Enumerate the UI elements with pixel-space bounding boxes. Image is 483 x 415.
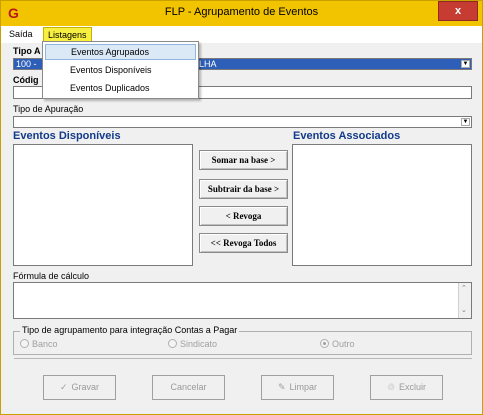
eventos-associados-title: Eventos Associados: [293, 130, 401, 142]
radio-banco[interactable]: Banco: [20, 339, 58, 349]
radio-selected-icon: [320, 339, 329, 348]
cancelar-button[interactable]: Cancelar: [152, 375, 225, 400]
tipo-value-suffix: LHA: [199, 59, 217, 69]
menu-item-eventos-duplicados[interactable]: Eventos Duplicados: [45, 81, 196, 97]
formula-label: Fórmula de cálculo: [13, 271, 90, 281]
radio-outro-label: Outro: [332, 339, 355, 349]
menu-saida[interactable]: Saída: [5, 27, 37, 42]
limpar-label: Limpar: [289, 382, 318, 392]
limpar-button[interactable]: ✎ Limpar: [261, 375, 334, 400]
trash-icon: ♲: [386, 382, 396, 392]
apuracao-label: Tipo de Apuração: [13, 104, 84, 114]
radio-icon: [20, 339, 29, 348]
radio-sindicato[interactable]: Sindicato: [168, 339, 217, 349]
somar-na-base-button[interactable]: Somar na base >: [199, 150, 288, 170]
cancelar-label: Cancelar: [170, 382, 207, 392]
listagens-dropdown: Eventos Agrupados Eventos Disponíveis Ev…: [42, 41, 199, 99]
menu-item-eventos-disponiveis[interactable]: Eventos Disponíveis: [45, 63, 196, 79]
revoga-todos-button[interactable]: << Revoga Todos: [199, 233, 288, 253]
app-window: G FLP - Agrupamento de Eventos x Saída L…: [0, 0, 483, 415]
tipo-label: Tipo A: [13, 46, 41, 56]
radio-icon: [168, 339, 177, 348]
eventos-associados-list[interactable]: [292, 144, 472, 266]
radio-outro[interactable]: Outro: [320, 339, 355, 349]
window-title: FLP - Agrupamento de Eventos: [164, 6, 319, 18]
group-title: Tipo de agrupamento para integração Cont…: [20, 325, 240, 335]
close-button[interactable]: x: [438, 1, 478, 21]
menu-listagens[interactable]: Listagens: [43, 27, 92, 42]
chevron-up-icon[interactable]: ⌃: [461, 284, 467, 292]
radio-sindicato-label: Sindicato: [180, 339, 218, 349]
formula-scrollbar[interactable]: ⌃ ⌄: [458, 283, 471, 318]
excluir-label: Excluir: [399, 382, 427, 392]
eventos-disponiveis-list[interactable]: [13, 144, 193, 266]
check-icon: ✓: [59, 382, 68, 392]
chevron-down-icon[interactable]: ▼: [461, 118, 470, 126]
chevron-down-icon[interactable]: ▼: [461, 60, 470, 68]
excluir-button[interactable]: ♲ Excluir: [370, 375, 443, 400]
formula-textarea[interactable]: ⌃ ⌄: [13, 282, 472, 319]
eventos-disponiveis-title: Eventos Disponíveis: [13, 130, 121, 142]
tipo-value: 100 -: [16, 59, 37, 69]
tipo-agrupamento-group: Tipo de agrupamento para integração Cont…: [13, 325, 472, 355]
codigo-label: Códig: [13, 75, 39, 85]
broom-icon: ✎: [277, 382, 286, 392]
chevron-down-icon[interactable]: ⌄: [461, 306, 467, 314]
revoga-button[interactable]: < Revoga: [199, 206, 288, 226]
menu-item-eventos-agrupados[interactable]: Eventos Agrupados: [45, 44, 196, 60]
gravar-label: Gravar: [71, 382, 100, 392]
subtrair-da-base-button[interactable]: Subtrair da base >: [199, 179, 288, 199]
apuracao-select[interactable]: ▼: [13, 116, 472, 128]
radio-banco-label: Banco: [32, 339, 58, 349]
gravar-button[interactable]: ✓ Gravar: [43, 375, 116, 400]
title-bar[interactable]: G FLP - Agrupamento de Eventos x: [1, 1, 482, 26]
